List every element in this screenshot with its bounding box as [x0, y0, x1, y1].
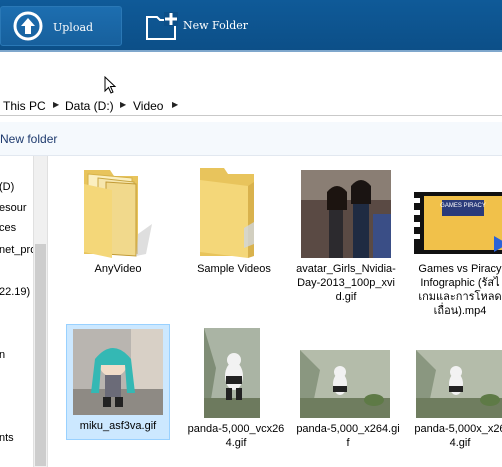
folder-anyvideo[interactable]: AnyVideo — [68, 162, 168, 282]
scrollbar-thumb[interactable] — [35, 244, 46, 466]
file-name: miku_asf3va.gif — [79, 420, 157, 432]
file-name: panda-5,000_vcx264.gif — [187, 423, 285, 449]
new-folder-icon[interactable] — [145, 11, 179, 41]
upload-arrow-icon — [13, 11, 43, 41]
breadcrumb-this-pc[interactable]: This PC — [3, 99, 46, 113]
nav-item[interactable]: nts — [0, 432, 14, 444]
address-bar[interactable]: This PC ▶ Data (D:) ▶ Video ▶ — [0, 96, 502, 116]
new-folder-command[interactable]: New folder — [0, 132, 57, 146]
chevron-right-icon[interactable]: ▶ — [120, 100, 126, 109]
file-name: AnyVideo — [94, 263, 142, 275]
nav-item[interactable]: ces — [0, 222, 16, 234]
file-list: AnyVideo Sample Videos avatar_Girls_Nvid… — [48, 156, 502, 467]
image-thumbnail — [301, 170, 391, 258]
nav-item[interactable]: 22.19) — [0, 286, 30, 298]
file-panda-x-x264-gif[interactable]: panda-5,000x_x264.gif — [412, 324, 502, 464]
image-thumbnail — [300, 350, 390, 418]
breadcrumb-data-d[interactable]: Data (D:) — [65, 99, 114, 113]
nav-item[interactable]: esour — [0, 202, 27, 214]
video-thumbnail: GAMES PIRACY — [414, 192, 502, 254]
upload-button[interactable]: Upload — [0, 6, 122, 46]
navigation-pane: (D) esour ces net_pro 22.19) n nts — [0, 156, 33, 467]
mouse-cursor-icon — [104, 76, 117, 94]
file-panda-vcx264-gif[interactable]: panda-5,000_vcx264.gif — [184, 324, 288, 464]
thumbnail-text: GAMES PIRACY — [440, 203, 486, 209]
chevron-right-icon[interactable]: ▶ — [53, 100, 59, 109]
image-thumbnail — [416, 350, 502, 418]
folder-icon — [84, 170, 152, 258]
ribbon-area — [0, 52, 502, 97]
file-name: panda-5,000_x264.gif — [296, 423, 400, 449]
file-panda-x264-gif[interactable]: panda-5,000_x264.gif — [296, 324, 400, 464]
nav-item[interactable]: n — [0, 349, 5, 361]
image-thumbnail — [73, 329, 163, 415]
folder-sample-videos[interactable]: Sample Videos — [184, 162, 284, 282]
file-name: Sample Videos — [197, 263, 271, 275]
file-miku-gif[interactable]: miku_asf3va.gif — [66, 324, 170, 440]
top-toolbar: Upload New Folder — [0, 0, 502, 50]
command-bar: New folder — [0, 122, 502, 156]
nav-item[interactable]: (D) — [0, 181, 14, 193]
nav-item[interactable]: net_pro — [0, 244, 33, 256]
file-name: Games vs Piracy Infographic (รัสไ เกมและ… — [418, 263, 502, 317]
new-folder-button[interactable]: New Folder — [183, 19, 248, 32]
nav-pane-scrollbar[interactable] — [33, 156, 48, 467]
breadcrumb-video[interactable]: Video — [133, 99, 163, 113]
file-name: avatar_Girls_Nvidia-Day-2013_100p_xvid.g… — [296, 263, 396, 303]
image-thumbnail — [204, 328, 260, 418]
file-avatar-girls-gif[interactable]: avatar_Girls_Nvidia-Day-2013_100p_xvid.g… — [296, 162, 396, 312]
file-games-vs-piracy-mp4[interactable]: GAMES PIRACY Games vs Piracy Infographic… — [412, 162, 502, 317]
folder-icon — [200, 168, 254, 258]
upload-label: Upload — [53, 21, 94, 34]
chevron-right-icon[interactable]: ▶ — [172, 100, 178, 109]
file-name: panda-5,000x_x264.gif — [414, 423, 502, 449]
